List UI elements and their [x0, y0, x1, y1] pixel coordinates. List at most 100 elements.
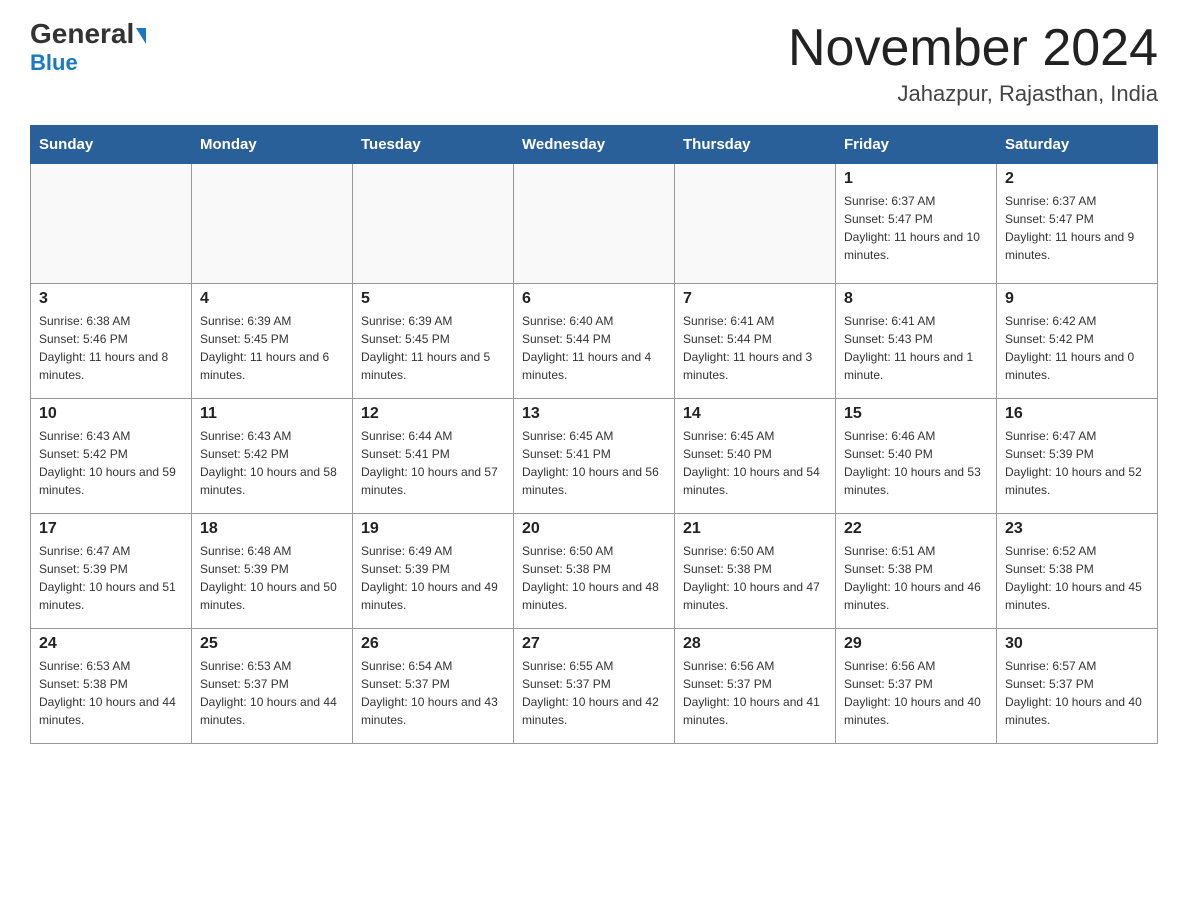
calendar-cell [192, 164, 353, 284]
day-info: Sunrise: 6:41 AM Sunset: 5:43 PM Dayligh… [844, 312, 988, 384]
day-info: Sunrise: 6:45 AM Sunset: 5:41 PM Dayligh… [522, 427, 666, 499]
calendar-cell: 21Sunrise: 6:50 AM Sunset: 5:38 PM Dayli… [675, 514, 836, 629]
day-number: 7 [683, 290, 827, 308]
day-number: 15 [844, 405, 988, 423]
day-info: Sunrise: 6:46 AM Sunset: 5:40 PM Dayligh… [844, 427, 988, 499]
day-number: 18 [200, 520, 344, 538]
calendar-cell: 16Sunrise: 6:47 AM Sunset: 5:39 PM Dayli… [997, 399, 1158, 514]
column-header-sunday: Sunday [31, 126, 192, 164]
day-info: Sunrise: 6:40 AM Sunset: 5:44 PM Dayligh… [522, 312, 666, 384]
day-info: Sunrise: 6:51 AM Sunset: 5:38 PM Dayligh… [844, 542, 988, 614]
calendar-table: SundayMondayTuesdayWednesdayThursdayFrid… [30, 125, 1158, 744]
day-info: Sunrise: 6:53 AM Sunset: 5:37 PM Dayligh… [200, 657, 344, 729]
calendar-cell: 10 Sunrise: 6:43 AM Sunset: 5:42 PM Dayli… [31, 399, 192, 514]
day-info: Sunrise: 6:38 AM Sunset: 5:46 PM Dayligh… [39, 312, 183, 384]
month-title: November 2024 [788, 20, 1158, 77]
calendar-cell: 26Sunrise: 6:54 AM Sunset: 5:37 PM Dayli… [353, 629, 514, 744]
day-number: 5 [361, 290, 505, 308]
calendar-cell: 30 Sunrise: 6:57 AM Sunset: 5:37 PM Dayli… [997, 629, 1158, 744]
day-number: 17 [39, 520, 183, 538]
calendar-cell: 15 Sunrise: 6:46 AM Sunset: 5:40 PM Dayli… [836, 399, 997, 514]
day-number: 27 [522, 635, 666, 653]
calendar-cell: 25 Sunrise: 6:53 AM Sunset: 5:37 PM Dayli… [192, 629, 353, 744]
calendar-cell: 1 Sunrise: 6:37 AM Sunset: 5:47 PM Daylig… [836, 164, 997, 284]
day-number: 12 [361, 405, 505, 423]
day-info: Sunrise: 6:45 AM Sunset: 5:40 PM Dayligh… [683, 427, 827, 499]
calendar-cell [675, 164, 836, 284]
calendar-week-row: 24Sunrise: 6:53 AM Sunset: 5:38 PM Dayli… [31, 629, 1158, 744]
calendar-cell [353, 164, 514, 284]
day-number: 14 [683, 405, 827, 423]
day-info: Sunrise: 6:43 AM Sunset: 5:42 PM Dayligh… [200, 427, 344, 499]
calendar-cell: 6 Sunrise: 6:40 AM Sunset: 5:44 PM Daylig… [514, 284, 675, 399]
day-info: Sunrise: 6:50 AM Sunset: 5:38 PM Dayligh… [683, 542, 827, 614]
day-number: 6 [522, 290, 666, 308]
day-info: Sunrise: 6:42 AM Sunset: 5:42 PM Dayligh… [1005, 312, 1149, 384]
day-info: Sunrise: 6:56 AM Sunset: 5:37 PM Dayligh… [683, 657, 827, 729]
calendar-cell: 17 Sunrise: 6:47 AM Sunset: 5:39 PM Dayli… [31, 514, 192, 629]
day-number: 28 [683, 635, 827, 653]
day-number: 10 [39, 405, 183, 423]
calendar-week-row: 3 Sunrise: 6:38 AM Sunset: 5:46 PM Daylig… [31, 284, 1158, 399]
day-info: Sunrise: 6:37 AM Sunset: 5:47 PM Dayligh… [1005, 192, 1149, 264]
day-info: Sunrise: 6:43 AM Sunset: 5:42 PM Dayligh… [39, 427, 183, 499]
calendar-cell: 7 Sunrise: 6:41 AM Sunset: 5:44 PM Daylig… [675, 284, 836, 399]
day-info: Sunrise: 6:52 AM Sunset: 5:38 PM Dayligh… [1005, 542, 1149, 614]
calendar-cell: 23 Sunrise: 6:52 AM Sunset: 5:38 PM Dayli… [997, 514, 1158, 629]
day-info: Sunrise: 6:37 AM Sunset: 5:47 PM Dayligh… [844, 192, 988, 264]
logo-blue-text: Blue [30, 50, 78, 76]
calendar-cell: 28 Sunrise: 6:56 AM Sunset: 5:37 PM Dayli… [675, 629, 836, 744]
day-number: 23 [1005, 520, 1149, 538]
day-number: 30 [1005, 635, 1149, 653]
calendar-cell: 24Sunrise: 6:53 AM Sunset: 5:38 PM Dayli… [31, 629, 192, 744]
calendar-cell: 3 Sunrise: 6:38 AM Sunset: 5:46 PM Daylig… [31, 284, 192, 399]
calendar-cell: 22 Sunrise: 6:51 AM Sunset: 5:38 PM Dayli… [836, 514, 997, 629]
calendar-cell: 5 Sunrise: 6:39 AM Sunset: 5:45 PM Daylig… [353, 284, 514, 399]
calendar-cell: 20Sunrise: 6:50 AM Sunset: 5:38 PM Dayli… [514, 514, 675, 629]
location-title: Jahazpur, Rajasthan, India [788, 81, 1158, 107]
day-number: 11 [200, 405, 344, 423]
day-number: 3 [39, 290, 183, 308]
column-header-tuesday: Tuesday [353, 126, 514, 164]
column-header-monday: Monday [192, 126, 353, 164]
day-number: 22 [844, 520, 988, 538]
day-number: 4 [200, 290, 344, 308]
calendar-cell: 2 Sunrise: 6:37 AM Sunset: 5:47 PM Daylig… [997, 164, 1158, 284]
column-header-saturday: Saturday [997, 126, 1158, 164]
calendar-cell [31, 164, 192, 284]
day-info: Sunrise: 6:54 AM Sunset: 5:37 PM Dayligh… [361, 657, 505, 729]
day-number: 20 [522, 520, 666, 538]
day-info: Sunrise: 6:48 AM Sunset: 5:39 PM Dayligh… [200, 542, 344, 614]
day-info: Sunrise: 6:55 AM Sunset: 5:37 PM Dayligh… [522, 657, 666, 729]
day-info: Sunrise: 6:57 AM Sunset: 5:37 PM Dayligh… [1005, 657, 1149, 729]
day-number: 2 [1005, 170, 1149, 188]
day-info: Sunrise: 6:39 AM Sunset: 5:45 PM Dayligh… [361, 312, 505, 384]
day-number: 19 [361, 520, 505, 538]
day-number: 1 [844, 170, 988, 188]
day-info: Sunrise: 6:47 AM Sunset: 5:39 PM Dayligh… [39, 542, 183, 614]
page-header: General Blue November 2024 Jahazpur, Raj… [30, 20, 1158, 107]
day-info: Sunrise: 6:56 AM Sunset: 5:37 PM Dayligh… [844, 657, 988, 729]
day-info: Sunrise: 6:39 AM Sunset: 5:45 PM Dayligh… [200, 312, 344, 384]
calendar-week-row: 1 Sunrise: 6:37 AM Sunset: 5:47 PM Daylig… [31, 164, 1158, 284]
calendar-cell [514, 164, 675, 284]
column-header-thursday: Thursday [675, 126, 836, 164]
calendar-cell: 9 Sunrise: 6:42 AM Sunset: 5:42 PM Daylig… [997, 284, 1158, 399]
calendar-cell: 11 Sunrise: 6:43 AM Sunset: 5:42 PM Dayli… [192, 399, 353, 514]
calendar-cell: 8 Sunrise: 6:41 AM Sunset: 5:43 PM Daylig… [836, 284, 997, 399]
day-info: Sunrise: 6:44 AM Sunset: 5:41 PM Dayligh… [361, 427, 505, 499]
calendar-cell: 12 Sunrise: 6:44 AM Sunset: 5:41 PM Dayli… [353, 399, 514, 514]
column-header-friday: Friday [836, 126, 997, 164]
calendar-cell: 19Sunrise: 6:49 AM Sunset: 5:39 PM Dayli… [353, 514, 514, 629]
calendar-cell: 13Sunrise: 6:45 AM Sunset: 5:41 PM Dayli… [514, 399, 675, 514]
day-number: 8 [844, 290, 988, 308]
logo-triangle-icon [136, 28, 146, 44]
day-info: Sunrise: 6:41 AM Sunset: 5:44 PM Dayligh… [683, 312, 827, 384]
logo: General Blue [30, 20, 146, 76]
day-number: 9 [1005, 290, 1149, 308]
logo-text: General [30, 20, 146, 48]
calendar-cell: 27 Sunrise: 6:55 AM Sunset: 5:37 PM Dayli… [514, 629, 675, 744]
day-info: Sunrise: 6:47 AM Sunset: 5:39 PM Dayligh… [1005, 427, 1149, 499]
day-number: 25 [200, 635, 344, 653]
calendar-cell: 14 Sunrise: 6:45 AM Sunset: 5:40 PM Dayli… [675, 399, 836, 514]
